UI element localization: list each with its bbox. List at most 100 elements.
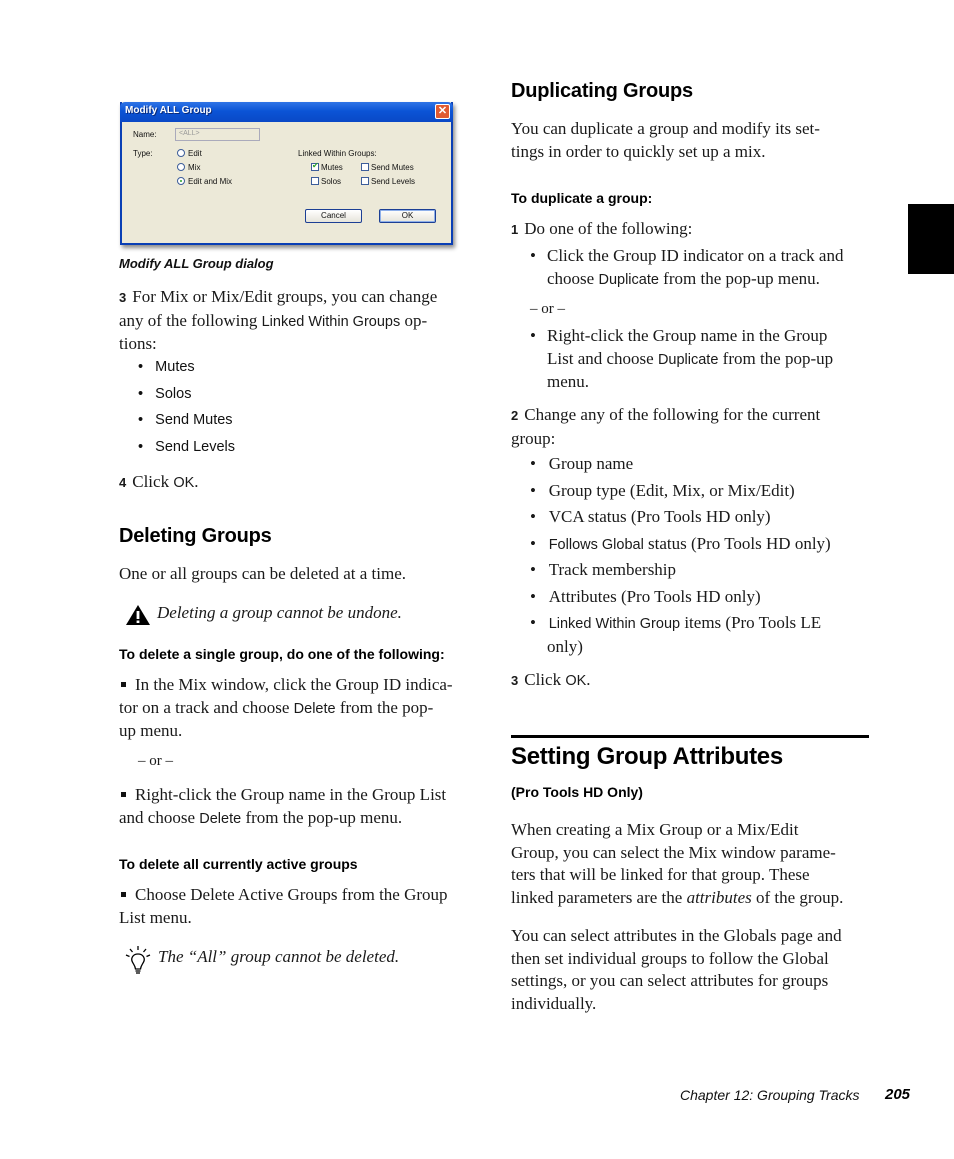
section-heading-setting-group-attributes: Setting Group Attributes <box>511 743 783 770</box>
list-item-text: Group name <box>548 454 634 473</box>
delete-option-2: Right-click the Group name in the Group … <box>119 784 489 830</box>
step-text: group: <box>511 428 556 448</box>
section-heading-duplicating-groups: Duplicating Groups <box>511 80 693 102</box>
step-text: For Mix or Mix/Edit groups, you can chan… <box>132 287 438 306</box>
cancel-button[interactable]: Cancel <box>305 209 362 223</box>
chapter-thumb-tab <box>908 204 954 274</box>
paragraph-line: then set individual groups to follow the… <box>511 948 829 968</box>
solos-checkbox[interactable] <box>311 177 319 185</box>
bullet-text: from the pop-up menu. <box>658 268 820 288</box>
bullet-icon: • <box>530 326 536 345</box>
mutes-checkbox[interactable] <box>311 161 319 171</box>
step-text: op- <box>400 310 428 330</box>
tip-note: The “All” group cannot be deleted. <box>158 947 400 966</box>
square-bullet-icon <box>121 792 126 798</box>
send-levels-checkbox[interactable] <box>361 177 369 185</box>
bullet-text: choose <box>547 268 599 288</box>
list-item-text: Mutes <box>155 359 195 375</box>
list-item-text: items (Pro Tools LE <box>680 613 822 632</box>
name-field[interactable]: <ALL> <box>175 128 260 141</box>
section-heading-deleting-groups: Deleting Groups <box>119 525 272 547</box>
ui-term: Delete <box>199 810 242 827</box>
ui-term: Linked Within Groups <box>261 313 401 330</box>
dialog-title-bar: Modify ALL Group ✕ <box>120 102 453 122</box>
warning-note: Deleting a group cannot be undone. <box>157 603 402 622</box>
option-text: from the pop-up menu. <box>241 807 403 827</box>
type-edit-and-mix-label: Edit and Mix <box>188 177 233 186</box>
intro-text: tings in order to quickly set up a mix. <box>511 141 766 161</box>
paragraph-line: Group, you can select the Mix window par… <box>511 842 836 862</box>
ui-term: OK <box>173 475 195 491</box>
deleting-intro: One or all groups can be deleted at a ti… <box>119 564 406 583</box>
dialog-title: Modify ALL Group <box>125 105 212 116</box>
ui-term: OK <box>565 673 587 689</box>
linked-within-groups-label: Linked Within Groups: <box>298 149 377 158</box>
step-number: 3 <box>119 290 127 305</box>
ui-term: Delete <box>293 700 336 717</box>
list-item-text: Track membership <box>548 560 677 579</box>
paragraph-line: settings, or you can select attributes f… <box>511 971 829 990</box>
section-rule <box>511 735 869 738</box>
square-bullet-icon <box>121 892 126 898</box>
list-item: • Mutes <box>138 359 195 375</box>
send-mutes-checkbox[interactable] <box>361 163 369 171</box>
step-text: tions: <box>119 334 157 353</box>
ui-term: Linked Within Group <box>548 616 681 632</box>
or-separator: – or – <box>530 301 565 317</box>
ui-term: Follows Global <box>548 536 644 553</box>
lightbulb-tip-icon <box>124 945 152 982</box>
step-text: Click <box>524 670 566 689</box>
ok-button[interactable]: OK <box>379 209 436 223</box>
type-edit-label: Edit <box>188 149 202 158</box>
type-label: Type: <box>133 149 153 158</box>
list-item: • Solos <box>138 385 192 402</box>
emphasis: attributes <box>686 887 752 907</box>
modify-all-group-dialog: Modify ALL Group ✕ Name: <ALL> Type: Edi… <box>120 102 453 245</box>
step-number: 1 <box>511 222 519 237</box>
dup-bullet-1: • Click the Group ID indicator on a trac… <box>530 245 880 291</box>
step-text: . <box>586 670 591 689</box>
option-text: tor on a track and choose <box>119 697 294 717</box>
send-mutes-label: Send Mutes <box>371 163 414 172</box>
list-item: • VCA status (Pro Tools HD only) <box>530 507 771 526</box>
mutes-label: Mutes <box>321 163 343 172</box>
type-edit-radio[interactable] <box>177 149 185 157</box>
type-mix-radio[interactable] <box>177 163 185 171</box>
footer-chapter-title: Chapter 12: Grouping Tracks <box>680 1087 860 1103</box>
section-subheading: (Pro Tools HD Only) <box>511 784 643 800</box>
bullet-text: Right-click the Group name in the Group <box>547 326 828 345</box>
step-text: Do one of the following: <box>524 219 693 238</box>
duplicating-intro: You can duplicate a group and modify its… <box>511 118 881 163</box>
attributes-paragraph-1: When creating a Mix Group or a Mix/Edit … <box>511 819 881 909</box>
bullet-icon: • <box>530 246 536 265</box>
close-icon[interactable]: ✕ <box>435 104 450 119</box>
paragraph-line: of the group. <box>751 887 844 907</box>
type-edit-and-mix-radio[interactable] <box>177 177 185 185</box>
list-item: • Send Levels <box>138 438 235 455</box>
option-text: and choose <box>119 807 200 827</box>
option-text: In the Mix window, click the Group ID in… <box>135 675 453 694</box>
step-number: 3 <box>511 673 519 688</box>
procedure-heading-duplicate: To duplicate a group: <box>511 190 653 206</box>
step-text: Change any of the following for the curr… <box>524 405 821 424</box>
list-item: • Group type (Edit, Mix, or Mix/Edit) <box>530 480 795 500</box>
list-item-text: Solos <box>155 385 192 402</box>
list-item: • Follows Global status (Pro Tools HD on… <box>530 533 831 553</box>
ui-term: Duplicate <box>598 271 659 288</box>
solos-label: Solos <box>321 177 342 186</box>
step-text: Click <box>132 472 174 491</box>
option-text: List menu. <box>119 907 192 927</box>
step-4: 4 Click OK. <box>119 471 199 495</box>
step-text: . <box>194 472 199 491</box>
list-item-text: Group type (Edit, Mix, or Mix/Edit) <box>548 480 795 500</box>
list-item: • Group name <box>530 454 634 473</box>
page-number: 205 <box>885 1086 911 1103</box>
list-item-text: Send Levels <box>155 438 235 455</box>
delete-option-3: Choose Delete Active Groups from the Gro… <box>119 884 489 929</box>
step-3: 3 For Mix or Mix/Edit groups, you can cha… <box>119 286 489 356</box>
attributes-paragraph-2: You can select attributes in the Globals… <box>511 925 881 1015</box>
name-label: Name: <box>133 130 157 139</box>
list-item-text: only) <box>547 636 583 656</box>
procedure-heading-delete-single: To delete a single group, do one of the … <box>119 646 445 662</box>
list-item-text: Attributes (Pro Tools HD only) <box>548 586 761 606</box>
